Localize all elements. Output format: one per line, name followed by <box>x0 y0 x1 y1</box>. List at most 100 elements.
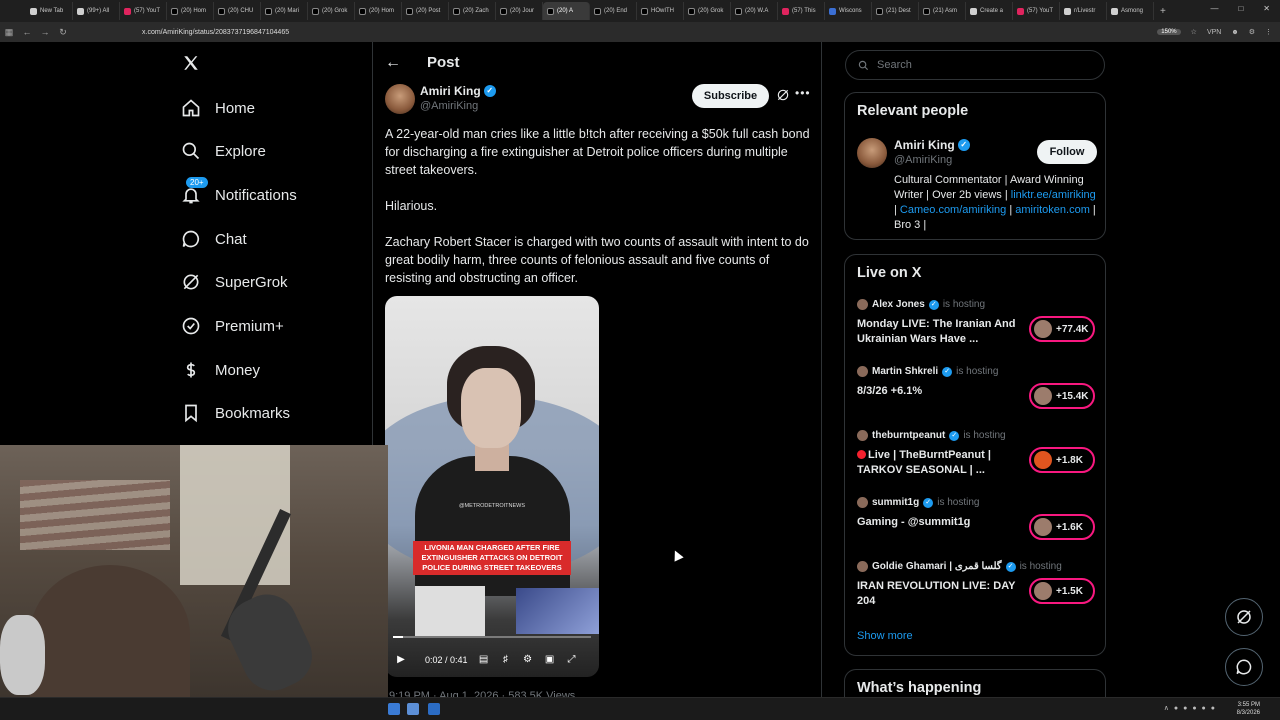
browser-tab[interactable]: Wiscons <box>825 2 872 20</box>
browser-tab[interactable]: (20) W.A <box>731 2 778 20</box>
play-icon[interactable]: ▶ <box>395 654 407 666</box>
live-title: 8/3/26 +6.1% <box>857 385 923 397</box>
browser-tab[interactable]: (20) End <box>590 2 637 20</box>
live-item[interactable]: Martin Shkreli ✓ is hosting 8/3/26 +6.1%… <box>857 366 1102 421</box>
taskbar-app-icon[interactable] <box>428 703 440 715</box>
live-dot-icon <box>857 450 866 459</box>
hosting-label: is hosting <box>963 430 1006 441</box>
browser-tab[interactable]: Create a <box>966 2 1013 20</box>
video-player[interactable]: @METRODETROITNEWS LIVONIA MAN CHARGED AF… <box>385 296 599 677</box>
forward-icon[interactable]: → <box>36 27 54 37</box>
browser-tab-label: (20) W.A <box>745 8 769 14</box>
browser-tab[interactable]: (20) Hom <box>355 2 402 20</box>
settings-icon[interactable]: ⚙ <box>522 654 534 666</box>
author-name[interactable]: Amiri King ✓ <box>420 84 496 98</box>
browser-tab[interactable]: New Tab <box>26 2 73 20</box>
new-tab-icon[interactable]: + <box>1160 6 1166 17</box>
browser-tab[interactable]: (57) This <box>778 2 825 20</box>
browser-tab[interactable]: (20) Grok <box>684 2 731 20</box>
menu-icon[interactable]: ⋮ <box>1265 28 1272 36</box>
live-listener-count[interactable]: +1.5K <box>1029 578 1095 604</box>
nav-premium[interactable]: Premium+ <box>181 314 284 338</box>
video-frame-person <box>461 368 521 448</box>
author-avatar[interactable] <box>385 84 415 114</box>
live-item[interactable]: Goldie Ghamari | گلسا قمری ✓ is hosting … <box>857 561 1102 616</box>
maximize-icon[interactable]: □ <box>1238 4 1243 13</box>
grok-floating-button[interactable] <box>1225 598 1263 636</box>
browser-tab[interactable]: (20) Mari <box>261 2 308 20</box>
follow-button[interactable]: Follow <box>1037 140 1097 164</box>
nav-chat[interactable]: Chat <box>181 227 247 251</box>
browser-tab[interactable]: (20) Jour <box>496 2 543 20</box>
pip-icon[interactable]: ▣ <box>544 654 556 666</box>
browser-tab[interactable]: (21) Asm <box>919 2 966 20</box>
browser-tab[interactable]: Asmong <box>1107 2 1154 20</box>
minimize-icon[interactable]: — <box>1210 4 1218 13</box>
browser-tab[interactable]: r/Livestr <box>1060 2 1107 20</box>
live-listener-count[interactable]: +15.4K <box>1029 383 1095 409</box>
window-controls[interactable]: — □ ✕ <box>1210 4 1270 13</box>
relevant-avatar[interactable] <box>857 138 887 168</box>
chat-floating-button[interactable] <box>1225 648 1263 686</box>
live-item[interactable]: theburntpeanut ✓ is hosting Live | TheBu… <box>857 430 1102 485</box>
more-options-icon[interactable]: ••• <box>795 86 811 100</box>
nav-notifications[interactable]: 20+ Notifications <box>181 177 297 207</box>
relevant-name[interactable]: Amiri King ✓ <box>894 138 970 152</box>
relevant-handle[interactable]: @AmiriKing <box>894 154 952 166</box>
nav-money[interactable]: Money <box>181 358 260 382</box>
bookmark-star-icon[interactable]: ☆ <box>1191 28 1197 36</box>
reload-icon[interactable]: ↻ <box>54 27 72 38</box>
taskbar-app-icon[interactable] <box>388 703 400 715</box>
close-icon[interactable]: ✕ <box>1263 4 1270 13</box>
live-listener-count[interactable]: +1.8K <box>1029 447 1095 473</box>
subscribe-button[interactable]: Subscribe <box>692 84 769 108</box>
browser-tab[interactable]: (20) Post <box>402 2 449 20</box>
browser-tab[interactable]: (57) YouT <box>120 2 167 20</box>
url-field[interactable]: x.com/AmiriKing/status/20837371968471044… <box>142 29 289 36</box>
taskbar-steam-icon[interactable] <box>407 703 419 715</box>
nav-home[interactable]: Home <box>181 96 255 120</box>
browser-tab[interactable]: (57) YouT <box>1013 2 1060 20</box>
mute-icon[interactable]: ♯ <box>500 654 512 666</box>
extensions-icon[interactable]: ⚙ <box>1249 28 1255 36</box>
live-item[interactable]: summit1g ✓ is hosting Gaming - @summit1g… <box>857 497 1102 552</box>
captions-icon[interactable]: ▤ <box>478 654 490 666</box>
sidebar-toggle-icon[interactable]: ▦ <box>0 27 18 38</box>
post-text-paragraph: Hilarious. <box>385 199 438 213</box>
live-listener-count[interactable]: +77.4K <box>1029 316 1095 342</box>
grok-explain-icon[interactable] <box>776 88 790 102</box>
bio-link[interactable]: Cameo.com/amiriking <box>900 204 1006 216</box>
bio-link[interactable]: linktr.ee/amiriking <box>1011 189 1096 201</box>
browser-tab[interactable]: (99+) All <box>73 2 120 20</box>
zoom-level[interactable]: 150% <box>1157 29 1181 35</box>
browser-tab[interactable]: (20) Grok <box>308 2 355 20</box>
system-tray[interactable]: ∧●●●●● <box>1164 704 1220 712</box>
back-icon[interactable]: ← <box>18 27 36 37</box>
host-name: Martin Shkreli <box>872 366 939 377</box>
browser-tab[interactable]: HOwITH <box>637 2 684 20</box>
x-logo-icon[interactable] <box>182 54 200 72</box>
profile-icon[interactable]: ☻ <box>1231 29 1238 36</box>
author-handle[interactable]: @AmiriKing <box>420 100 478 112</box>
nav-bookmarks[interactable]: Bookmarks <box>181 401 290 425</box>
browser-tab[interactable]: (20) Hom <box>167 2 214 20</box>
host-name: theburntpeanut <box>872 430 946 441</box>
back-arrow-icon[interactable]: ← <box>385 54 401 72</box>
search-input[interactable]: Search <box>845 50 1105 80</box>
x-favicon-icon <box>688 7 695 15</box>
live-item[interactable]: Alex Jones ✓ is hosting Monday LIVE: The… <box>857 299 1102 354</box>
vpn-button[interactable]: VPN <box>1207 29 1221 36</box>
nav-supergrok[interactable]: SuperGrok <box>181 270 288 294</box>
browser-tab[interactable]: (20) A <box>543 2 590 20</box>
show-more-link[interactable]: Show more <box>857 630 913 642</box>
browser-tab[interactable]: (20) Zach <box>449 2 496 20</box>
taskbar-clock[interactable]: 3:55 PM 8/3/2026 <box>1237 701 1260 717</box>
nav-explore[interactable]: Explore <box>181 139 266 163</box>
browser-tab[interactable]: (20) CHU <box>214 2 261 20</box>
browser-tab[interactable]: (21) Dest <box>872 2 919 20</box>
fullscreen-icon[interactable]: ⤢ <box>566 654 578 666</box>
bio-link[interactable]: amiritoken.com <box>1015 204 1090 216</box>
video-progress-bar[interactable] <box>393 636 591 638</box>
live-listener-count[interactable]: +1.6K <box>1029 514 1095 540</box>
x-favicon-icon <box>453 7 460 15</box>
